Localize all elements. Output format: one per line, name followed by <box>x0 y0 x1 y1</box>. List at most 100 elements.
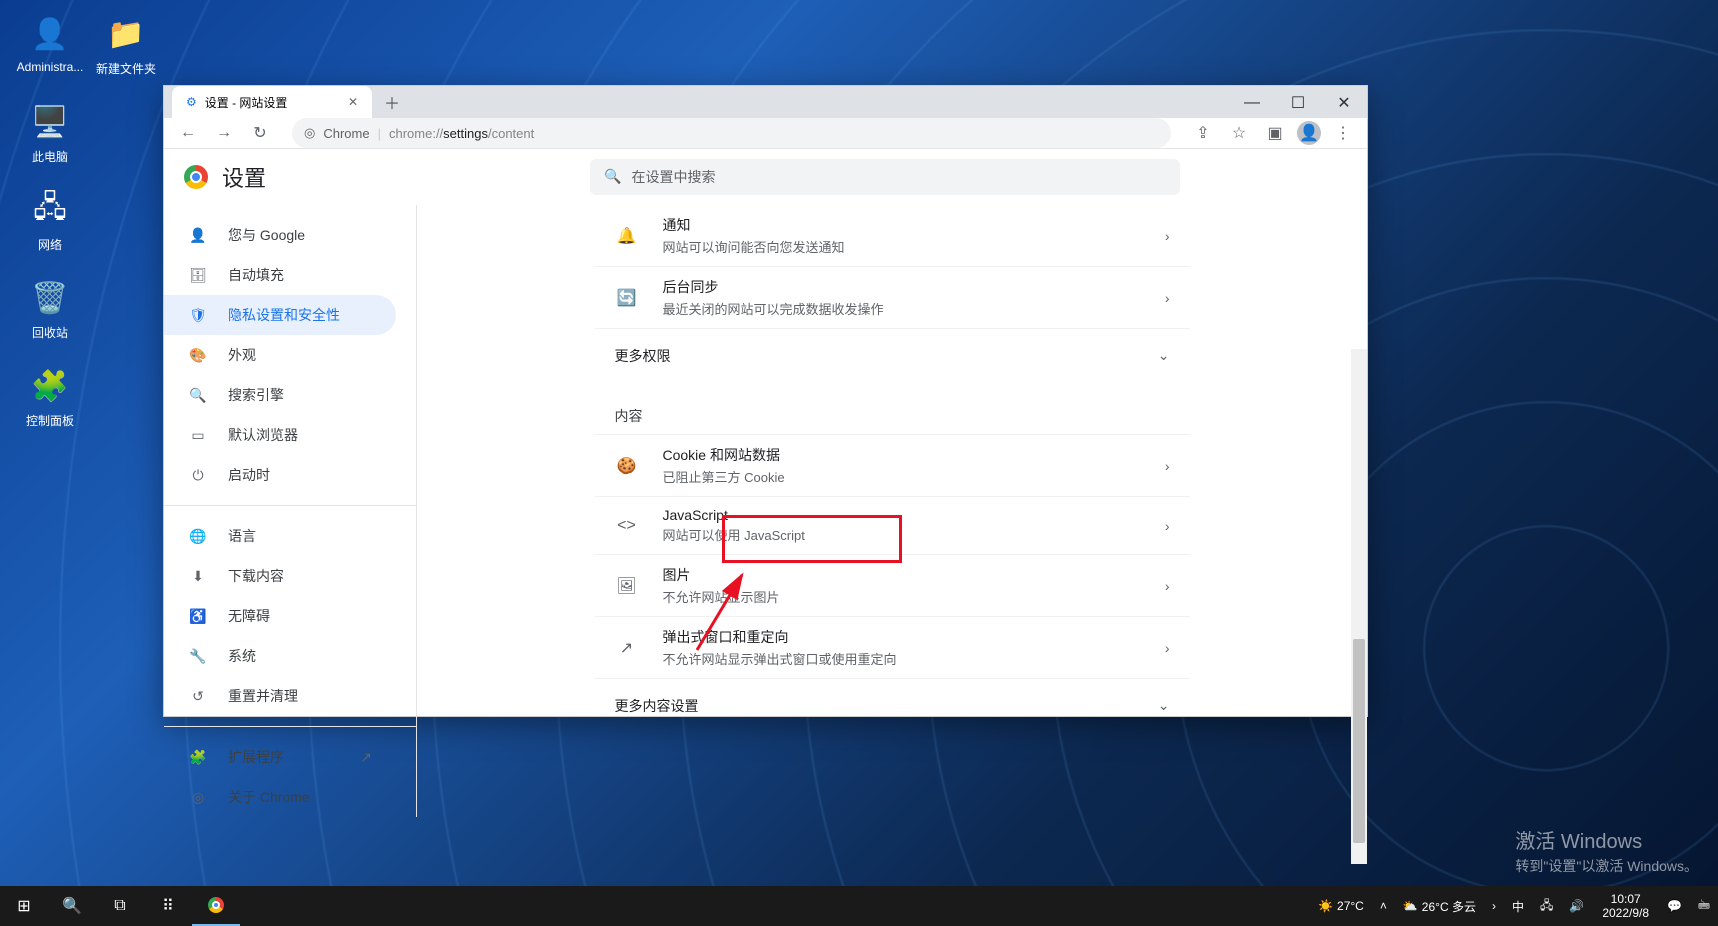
row-title: 图片 <box>663 565 1165 585</box>
sidebar-item[interactable]: 🎨外观 <box>164 335 396 375</box>
more-permissions-label: 更多权限 <box>615 346 671 366</box>
reload-button[interactable]: ↻ <box>246 119 274 147</box>
bookmark-icon[interactable]: ☆ <box>1225 119 1253 147</box>
tray-chevron[interactable]: ˄ <box>1372 886 1395 926</box>
control-panel-icon: 🧩 <box>28 364 72 408</box>
sidebar-icon: 🗄 <box>188 267 208 284</box>
chevron-right-icon: › <box>1165 290 1170 306</box>
weather-temp: 27°C <box>1337 899 1364 913</box>
row-title: 弹出式窗口和重定向 <box>663 627 1165 647</box>
taskbar-chrome[interactable] <box>192 886 240 926</box>
sidebar-item[interactable]: 🛡隐私设置和安全性 <box>164 295 396 335</box>
settings-row[interactable]: 🔔通知网站可以询问能否向您发送通知› <box>595 205 1190 266</box>
scrollbar-thumb[interactable] <box>1353 639 1365 843</box>
sidebar-item[interactable]: ⏻启动时 <box>164 455 396 495</box>
sidebar-item[interactable]: 👤您与 Google <box>164 215 396 255</box>
desktop-icon-recyclebin[interactable]: 🗑️ 回收站 <box>12 276 88 341</box>
sidebar-label: 搜索引擎 <box>228 385 284 405</box>
sidepanel-icon[interactable]: ▣ <box>1261 119 1289 147</box>
row-icon: ↗ <box>615 638 639 658</box>
close-window-button[interactable]: ✕ <box>1321 88 1367 118</box>
computer-icon: 🖥️ <box>28 100 72 144</box>
settings-row[interactable]: 🔄后台同步最近关闭的网站可以完成数据收发操作› <box>595 266 1190 328</box>
minimize-button[interactable]: — <box>1229 88 1275 118</box>
sidebar-icon: ♿ <box>188 608 208 625</box>
trash-icon: 🗑️ <box>28 276 72 320</box>
close-tab-icon[interactable]: ✕ <box>348 95 358 109</box>
network-icon: 🖧 <box>28 188 72 232</box>
chevron-right-icon: › <box>1165 518 1170 534</box>
desktop-icon-controlpanel[interactable]: 🧩 控制面板 <box>12 364 88 429</box>
address-bar[interactable]: ◎ Chrome | chrome://settings/content <box>292 118 1171 148</box>
task-view-button[interactable]: ⧉ <box>96 886 144 926</box>
sidebar-label: 语言 <box>228 526 256 546</box>
sidebar-icon: 🛡 <box>188 307 208 324</box>
desktop-icon-thispc[interactable]: 🖥️ 此电脑 <box>12 100 88 165</box>
chrome-icon: ◎ <box>304 125 315 141</box>
sidebar-item[interactable]: ▭默认浏览器 <box>164 415 396 455</box>
sidebar-label: 默认浏览器 <box>228 425 298 445</box>
sidebar-icon: ⬇ <box>188 568 208 585</box>
input-switch-icon[interactable]: 🖮 <box>1690 886 1718 926</box>
content-section-label: 内容 <box>595 382 1190 434</box>
sidebar-item[interactable]: ◎关于 Chrome <box>164 777 396 817</box>
sidebar-item[interactable]: 🔍搜索引擎 <box>164 375 396 415</box>
scrollbar-track[interactable] <box>1351 349 1367 864</box>
settings-search[interactable]: 🔍 在设置中搜索 <box>590 159 1180 195</box>
sidebar-item[interactable]: ♿无障碍 <box>164 596 396 636</box>
apps-button[interactable]: ⠿ <box>144 886 192 926</box>
sidebar-icon: ◎ <box>188 789 208 806</box>
sidebar-icon: 🔧 <box>188 648 208 665</box>
more-permissions-row[interactable]: 更多权限 ⌄ <box>595 328 1190 382</box>
sidebar-item[interactable]: 🧩扩展程序↗ <box>164 737 396 777</box>
desktop-icon-admin[interactable]: 👤 Administra... <box>12 12 88 74</box>
sidebar-label: 您与 Google <box>228 225 305 245</box>
row-icon: <> <box>615 517 639 535</box>
start-button[interactable]: ⊞ <box>0 886 48 926</box>
sidebar-icon: 🧩 <box>188 749 208 766</box>
share-icon[interactable]: ⇪ <box>1189 119 1217 147</box>
chevron-down-icon: ⌄ <box>1158 697 1170 714</box>
profile-icon[interactable]: 👤 <box>1297 121 1321 145</box>
row-subtitle: 不允许网站显示图片 <box>663 587 1165 606</box>
settings-main[interactable]: 🔔通知网站可以询问能否向您发送通知›🔄后台同步最近关闭的网站可以完成数据收发操作… <box>417 205 1367 817</box>
sidebar-item[interactable]: 🗄自动填充 <box>164 255 396 295</box>
volume-icon[interactable]: 🔊 <box>1561 886 1592 926</box>
more-content-label: 更多内容设置 <box>615 696 699 716</box>
chevron-right-icon: › <box>1165 578 1170 594</box>
external-icon: ↗ <box>360 749 372 766</box>
settings-row[interactable]: <>JavaScript网站可以使用 JavaScript› <box>595 496 1190 554</box>
more-content-row[interactable]: 更多内容设置 ⌄ <box>595 678 1190 732</box>
clock[interactable]: 10:07 2022/9/8 <box>1592 892 1659 921</box>
tray-chevron-right[interactable]: › <box>1484 886 1504 926</box>
chevron-down-icon: ⌄ <box>1158 347 1170 364</box>
folder-icon: 📁 <box>104 12 148 56</box>
notifications-icon[interactable]: 💬 <box>1659 886 1690 926</box>
settings-row[interactable]: 🍪Cookie 和网站数据已阻止第三方 Cookie› <box>595 434 1190 496</box>
settings-row[interactable]: ↗弹出式窗口和重定向不允许网站显示弹出式窗口或使用重定向› <box>595 616 1190 678</box>
new-tab-button[interactable]: ＋ <box>378 88 406 116</box>
network-icon[interactable]: 🖧 <box>1532 886 1561 926</box>
sidebar-item[interactable]: 🌐 语言 <box>164 516 396 556</box>
sidebar-icon: 🎨 <box>188 347 208 364</box>
sidebar-item[interactable]: ⬇下载内容 <box>164 556 396 596</box>
desktop-icon-network[interactable]: 🖧 网络 <box>12 188 88 253</box>
chrome-icon <box>208 897 224 913</box>
sidebar-item[interactable]: 🔧系统 <box>164 636 396 676</box>
browser-tab[interactable]: ⚙ 设置 - 网站设置 ✕ <box>172 86 372 118</box>
ime-indicator[interactable]: 中 <box>1504 886 1532 926</box>
menu-icon[interactable]: ⋮ <box>1329 119 1357 147</box>
forward-button[interactable]: → <box>210 119 238 147</box>
chrome-logo-icon <box>184 165 208 189</box>
search-placeholder: 在设置中搜索 <box>631 167 715 187</box>
maximize-button[interactable]: ☐ <box>1275 88 1321 118</box>
sidebar-icon: 🌐 <box>188 528 208 545</box>
weather-widget[interactable]: ☀️ 27°C <box>1310 886 1372 926</box>
search-button[interactable]: 🔍 <box>48 886 96 926</box>
sidebar-label: 启动时 <box>228 465 270 485</box>
weather-status[interactable]: ⛅ 26°C 多云 <box>1395 886 1484 926</box>
settings-row[interactable]: 🖼图片不允许网站显示图片› <box>595 554 1190 616</box>
desktop-icon-newfolder[interactable]: 📁 新建文件夹 <box>88 12 164 77</box>
back-button[interactable]: ← <box>174 119 202 147</box>
sidebar-item[interactable]: ↺重置并清理 <box>164 676 396 716</box>
